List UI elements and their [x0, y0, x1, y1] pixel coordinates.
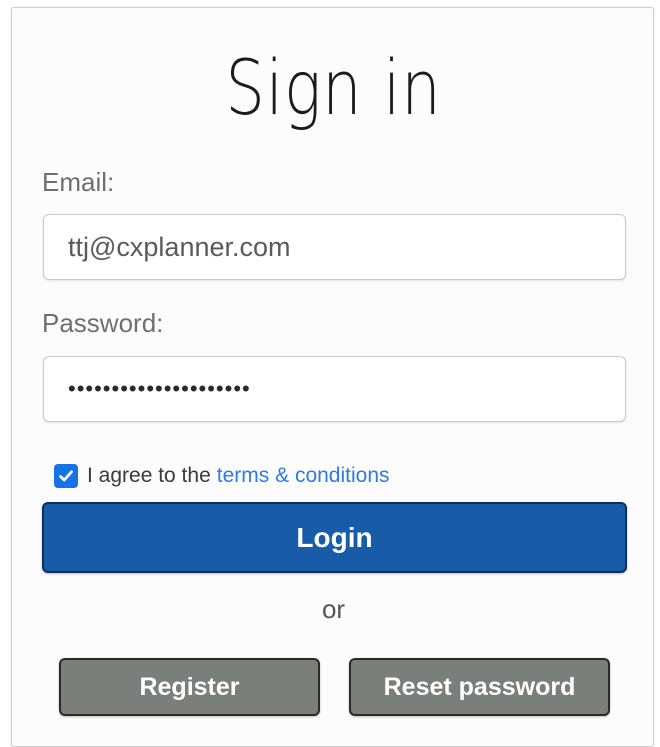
email-label: Email:	[42, 167, 115, 197]
terms-agreement-row: I agree to the terms & conditions	[54, 460, 390, 492]
password-field[interactable]	[43, 356, 626, 422]
terms-checkbox[interactable]	[54, 464, 78, 488]
terms-conditions-link[interactable]: terms & conditions	[217, 464, 390, 488]
password-label: Password:	[42, 308, 164, 338]
sign-in-panel: Sign in Email: Password: I agree to the …	[11, 7, 654, 747]
checkmark-icon	[59, 470, 73, 482]
page-title: Sign in	[225, 43, 442, 132]
or-divider-text: or	[321, 594, 346, 624]
register-button[interactable]: Register	[59, 658, 320, 716]
login-button[interactable]: Login	[42, 502, 627, 573]
reset-password-button[interactable]: Reset password	[349, 658, 610, 716]
terms-agreement-text: I agree to the	[87, 464, 211, 487]
email-field[interactable]	[43, 214, 626, 280]
